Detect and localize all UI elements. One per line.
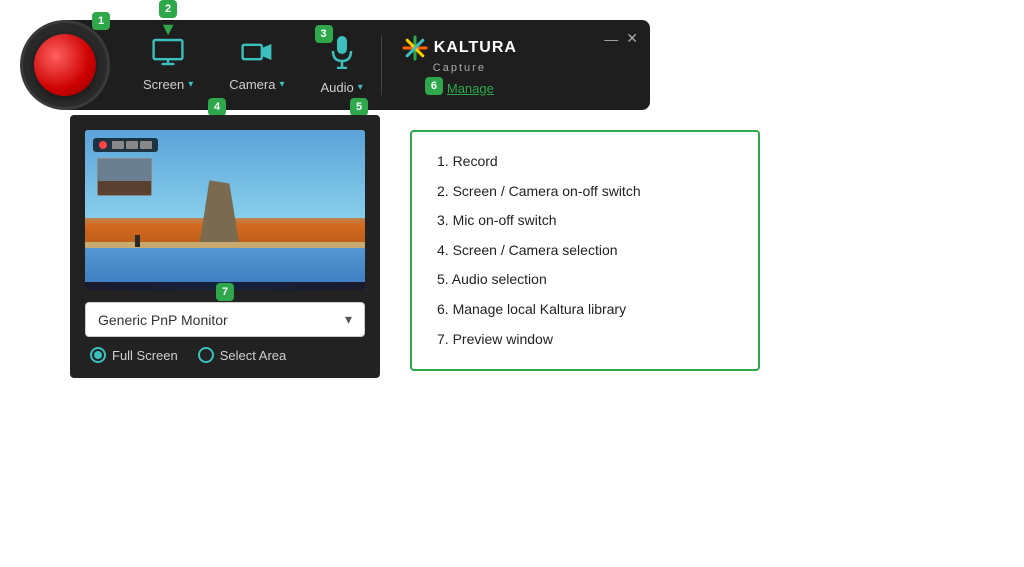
mini-icon-2 xyxy=(126,141,138,149)
legend-item-5: 5. Audio selection xyxy=(437,270,733,290)
legend-item-6: 6. Manage local Kaltura library xyxy=(437,300,733,320)
legend-item-1: 1. Record xyxy=(437,152,733,172)
camera-label-group[interactable]: Camera ▾ xyxy=(229,77,284,92)
record-btn-container xyxy=(20,20,110,110)
preview-window xyxy=(85,130,365,290)
camera-icon xyxy=(241,38,273,73)
mini-rec-dot xyxy=(99,141,107,149)
toolbar: 1 2 ▼ xyxy=(30,20,650,110)
legend-item-3: 3. Mic on-off switch xyxy=(437,211,733,231)
select-area-option[interactable]: Select Area xyxy=(198,347,287,363)
full-screen-radio[interactable] xyxy=(90,347,106,363)
audio-label-group[interactable]: Audio ▾ xyxy=(321,80,363,95)
audio-label: Audio xyxy=(321,80,354,95)
camera-chevron: ▾ xyxy=(279,79,284,90)
kaltura-logo: KALTURA xyxy=(402,35,517,61)
kaltura-starburst-icon xyxy=(402,35,428,61)
camera-label: Camera xyxy=(229,77,275,92)
window-controls: — ✕ xyxy=(604,30,638,47)
badge-3: 3 xyxy=(315,25,333,43)
preview-panel: 7 Generic PnP Monitor ▾ Full Screen Sele… xyxy=(70,115,380,378)
close-button[interactable]: ✕ xyxy=(626,30,638,47)
toolbar-divider xyxy=(381,35,382,95)
audio-control-group: 3 Audio ▾ xyxy=(321,35,363,95)
bottom-section: 7 Generic PnP Monitor ▾ Full Screen Sele… xyxy=(70,115,760,378)
kaltura-brand: KALTURA Capture 6 Manage xyxy=(402,35,517,96)
monitor-chevron: ▾ xyxy=(345,311,352,328)
mini-toolbar xyxy=(93,138,158,152)
mini-icon-1 xyxy=(112,141,124,149)
badge-7: 7 xyxy=(216,283,234,301)
preview-person xyxy=(135,235,140,247)
select-area-label: Select Area xyxy=(220,348,287,363)
badge-7-group: 7 xyxy=(216,283,234,301)
legend-item-7: 7. Preview window xyxy=(437,330,733,350)
mini-icon-3 xyxy=(140,141,152,149)
screen-label: Screen xyxy=(143,77,184,92)
screen-options: Full Screen Select Area xyxy=(85,347,365,363)
full-screen-option[interactable]: Full Screen xyxy=(90,347,178,363)
monitor-name: Generic PnP Monitor xyxy=(98,312,228,328)
legend-item-2: 2. Screen / Camera on-off switch xyxy=(437,182,733,202)
badge-2: 2 xyxy=(159,0,177,18)
inset-preview xyxy=(97,158,152,196)
badge-5: 5 xyxy=(350,98,368,116)
badge-6: 6 xyxy=(425,77,443,95)
mini-icons xyxy=(112,141,152,149)
badge-1: 1 xyxy=(92,12,110,30)
manage-link[interactable]: Manage xyxy=(447,81,494,96)
audio-chevron: ▾ xyxy=(358,82,363,93)
monitor-select[interactable]: Generic PnP Monitor ▾ xyxy=(85,302,365,337)
screen-label-group[interactable]: Screen ▾ xyxy=(143,77,193,92)
badge-4: 4 xyxy=(208,98,226,116)
minimize-button[interactable]: — xyxy=(604,30,618,47)
screen-chevron: ▾ xyxy=(188,79,193,90)
legend-item-4: 4. Screen / Camera selection xyxy=(437,241,733,261)
record-button[interactable] xyxy=(34,34,96,96)
mic-icon xyxy=(331,35,353,76)
preview-beach xyxy=(85,242,365,248)
screen-control-group: 2 ▼ Screen ▾ xyxy=(143,38,193,92)
legend-panel: 1. Record 2. Screen / Camera on-off swit… xyxy=(410,130,760,371)
kaltura-capture-text: Capture xyxy=(433,62,486,74)
arrow-2-down: ▼ xyxy=(159,20,177,38)
toolbar-controls: 2 ▼ Screen ▾ xyxy=(110,35,630,96)
select-area-radio[interactable] xyxy=(198,347,214,363)
kaltura-name-text: KALTURA xyxy=(434,39,517,57)
screen-icon xyxy=(152,38,184,73)
full-screen-label: Full Screen xyxy=(112,348,178,363)
camera-control-group: ▼ Camera ▾ xyxy=(229,38,284,92)
